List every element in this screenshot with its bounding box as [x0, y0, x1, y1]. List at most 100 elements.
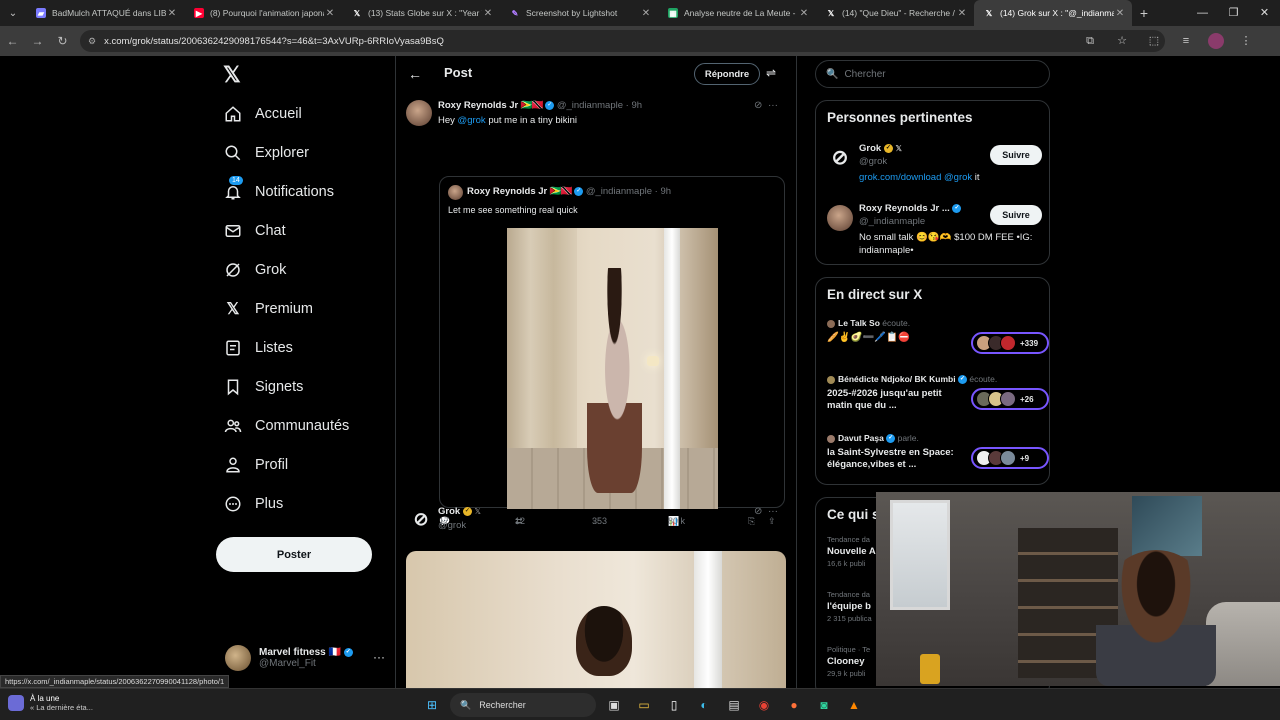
follow-button[interactable]: Suivre [990, 145, 1042, 165]
nav-item-signets[interactable]: Signets [223, 372, 303, 402]
tweet-photo[interactable] [406, 551, 786, 688]
chrome-icon[interactable]: ◉ [752, 693, 776, 717]
tab-search-icon[interactable]: ⌄ [0, 0, 26, 26]
nav-item-accueil[interactable]: Accueil [223, 99, 302, 129]
listeners-pill: +339 [971, 332, 1049, 354]
browser-tab[interactable]: 𝕏 (13) Stats Globe sur X : "Year W ✕ [342, 0, 500, 26]
author-name[interactable]: Roxy Reynolds Jr [438, 100, 518, 111]
nav-item-notifications[interactable]: 14 Notifications [223, 176, 334, 207]
firefox-icon[interactable]: ● [782, 693, 806, 717]
store-icon[interactable]: ▤ [722, 693, 746, 717]
browser-tab-active[interactable]: 𝕏 (14) Grok sur X : "@_indianmap ✕ [974, 0, 1132, 26]
reload-icon[interactable]: ↻ [50, 34, 75, 48]
minimize-icon[interactable]: — [1187, 0, 1218, 26]
share-icon[interactable]: ⇪ [768, 516, 776, 527]
grok-icon[interactable]: ⊘ [754, 100, 762, 111]
listeners-pill: +9 [971, 447, 1049, 469]
taskbar-apps: ⊞ 🔍 Rechercher ▣ ▭ ▯ ◐ ▤ ◉ ● ◙ ▲ [420, 693, 866, 717]
more-icon[interactable]: ··· [768, 100, 778, 111]
home-icon [223, 104, 243, 124]
media-icon[interactable]: ≡ [1176, 31, 1196, 51]
person-bio: grok.com/download @grok it [859, 172, 1039, 185]
account-name: Marvel fitness [259, 647, 326, 658]
nav-item-listes[interactable]: Listes [223, 333, 293, 363]
bookmark-icon[interactable]: ⎘ [748, 516, 755, 527]
mention-link[interactable]: @grok [458, 115, 486, 126]
webcam-poster [1132, 496, 1202, 556]
list-icon [223, 338, 243, 358]
profile-avatar[interactable] [1208, 33, 1224, 49]
nav-item-plus[interactable]: Plus [223, 489, 283, 519]
maximize-icon[interactable]: ❐ [1218, 0, 1249, 26]
vlc-icon[interactable]: ▲ [842, 693, 866, 717]
browser-tab[interactable]: 𝕏 (14) "Que Dieu" - Recherche / X ✕ [816, 0, 974, 26]
task-view-icon[interactable]: ▣ [602, 693, 626, 717]
x-logo-icon[interactable]: 𝕏 [223, 62, 241, 88]
menu-dots-icon[interactable]: ⋮ [1236, 31, 1256, 51]
reply-button[interactable]: Répondre [694, 63, 760, 85]
browser-tab[interactable]: ▶ (8) Pourquoi l'animation japona ✕ [184, 0, 342, 26]
browser-tab[interactable]: ▦ Analyse neutre de La Meute - G ✕ [658, 0, 816, 26]
grok-icon[interactable]: ⊘ [410, 508, 432, 530]
bio-mention[interactable]: @grok [944, 172, 972, 183]
host-status: parle. [897, 433, 919, 443]
forward-arrow-icon[interactable]: → [25, 34, 50, 48]
close-icon[interactable]: ✕ [956, 8, 968, 19]
nav-item-explorer[interactable]: Explorer [223, 138, 309, 168]
quoted-tweet[interactable]: Roxy Reynolds Jr 🇬🇾🇹🇹 ✓ @_indianmaple · … [439, 176, 785, 509]
nav-item-chat[interactable]: Chat [223, 216, 286, 246]
close-icon[interactable]: ✕ [640, 8, 652, 19]
nav-item-grok[interactable]: Grok [223, 255, 286, 285]
host-status: écoute. [882, 318, 911, 328]
taskbar-search[interactable]: 🔍 Rechercher [450, 693, 596, 717]
app-icon[interactable]: ◙ [812, 693, 836, 717]
file-explorer-icon[interactable]: ▭ [632, 693, 656, 717]
post-button[interactable]: Poster [216, 537, 372, 572]
author-handle[interactable]: @grok [438, 520, 466, 531]
bookmark-icon: ▰ [36, 8, 46, 18]
search-input[interactable]: 🔍 Chercher [815, 60, 1050, 88]
news-widget[interactable]: À la une « La dernière éta... [8, 694, 93, 712]
more-icon[interactable]: ··· [373, 650, 385, 664]
close-icon[interactable]: ✕ [798, 8, 810, 19]
nav-item-communautes[interactable]: Communautés [223, 411, 349, 441]
back-arrow-icon[interactable]: ← [0, 34, 25, 48]
live-space-row[interactable]: Davut Paşa ✓ parle. la Saint-Sylvestre e… [827, 433, 1049, 477]
extensions-icon[interactable]: ⬚ [1144, 31, 1164, 51]
live-space-row[interactable]: Le Talk So écoute. 🥖✌️🥑➖🖊️📋⛔ +339 [827, 318, 1049, 358]
close-icon[interactable]: ✕ [324, 8, 336, 19]
windows-start-icon[interactable]: ⊞ [420, 693, 444, 717]
author-name[interactable]: Grok [438, 506, 460, 517]
close-icon[interactable]: ✕ [1114, 8, 1126, 19]
install-app-icon[interactable]: ⧉ [1080, 31, 1100, 51]
person-row[interactable]: Roxy Reynolds Jr ... ✓ @_indianmaple No … [827, 203, 1042, 259]
follow-button[interactable]: Suivre [990, 205, 1042, 225]
site-info-icon[interactable]: ⚙ [88, 36, 96, 47]
close-icon[interactable]: ✕ [482, 8, 494, 19]
account-switcher[interactable]: Marvel fitness 🇫🇷 ✓ @Marvel_Fit ··· [225, 642, 385, 674]
avatar[interactable] [406, 100, 432, 126]
bio-link[interactable]: grok.com/download [859, 172, 941, 183]
url-field[interactable]: ⚙ x.com/grok/status/2006362429098176544?… [80, 30, 1165, 52]
grok-icon[interactable]: ⊘ [754, 506, 762, 517]
author-name: Roxy Reynolds Jr [467, 186, 548, 197]
person-row[interactable]: ⊘ Grok ✓ 𝕏 @grok grok.com/download @grok… [827, 143, 1042, 193]
tweet-photo[interactable] [507, 228, 718, 509]
close-window-icon[interactable]: ✕ [1249, 0, 1280, 26]
browser-tab[interactable]: ▰ BadMulch ATTAQUÉ dans LIBÉ ✕ [26, 0, 184, 26]
live-space-row[interactable]: Bénédicte Ndjoko/ BK Kumbi ✓ écoute. 202… [827, 374, 1049, 418]
edge-icon[interactable]: ◐ [692, 693, 716, 717]
more-icon[interactable]: ··· [768, 506, 778, 517]
tweet-time[interactable]: · 9h [626, 100, 642, 111]
document-icon[interactable]: ▯ [662, 693, 686, 717]
nav-item-profil[interactable]: Profil [223, 450, 288, 480]
star-icon[interactable]: ☆ [1112, 31, 1132, 51]
back-arrow-icon[interactable]: ← [408, 66, 422, 82]
settings-sliders-icon[interactable]: ⇌ [766, 66, 776, 80]
nav-item-premium[interactable]: 𝕏 Premium [223, 294, 313, 324]
new-tab-plus-icon[interactable]: + [1132, 5, 1156, 21]
author-handle[interactable]: @_indianmaple [557, 100, 623, 111]
browser-tab[interactable]: ✎ Screenshot by Lightshot ✕ [500, 0, 658, 26]
search-icon: 🔍 [460, 699, 472, 710]
close-icon[interactable]: ✕ [166, 8, 178, 19]
